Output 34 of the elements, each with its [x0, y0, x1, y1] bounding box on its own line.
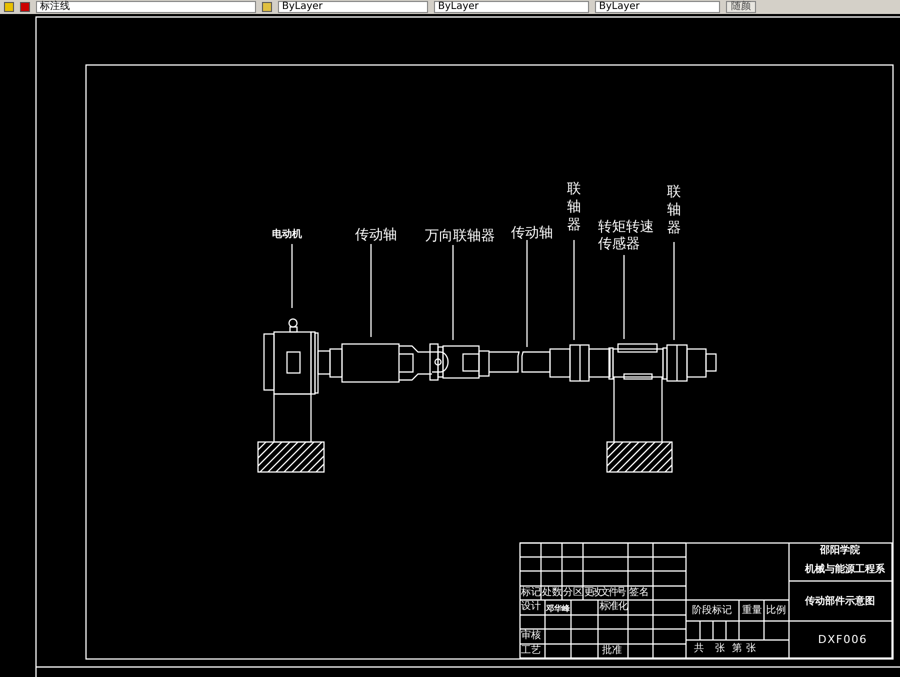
- drawing-number: DXF006: [818, 634, 868, 646]
- table-header: 签名: [629, 587, 649, 599]
- table-cell: 标准化: [600, 601, 628, 613]
- table-cell: 第: [732, 643, 742, 655]
- part-label: 传动轴: [355, 227, 397, 244]
- table-cell: 张: [746, 643, 756, 655]
- table-cell: 阶段标记: [692, 605, 732, 617]
- part-label: 转矩转速传感器: [598, 219, 654, 253]
- table-cell: 邓华峰: [546, 603, 570, 615]
- drawing-title: 传动部件示意图: [805, 596, 875, 608]
- table-header: 更改文件号: [584, 587, 625, 599]
- table-cell: 审核: [521, 630, 541, 642]
- lineweight-dropdown[interactable]: ByLayer: [595, 1, 720, 13]
- table-cell: 张: [715, 643, 725, 655]
- table-header: 标记: [521, 587, 541, 599]
- table-cell: 重量: [742, 605, 762, 617]
- color-dropdown[interactable]: ByLayer: [278, 1, 428, 13]
- part-label: 电动机: [272, 229, 302, 241]
- plot-style-button[interactable]: 随颜: [726, 1, 756, 13]
- school-name: 邵阳学院: [820, 545, 860, 557]
- table-header: 处数: [542, 587, 562, 599]
- linetype-dropdown[interactable]: ByLayer: [434, 1, 589, 13]
- part-label: 传动轴: [511, 225, 553, 242]
- part-label: 联轴器: [667, 183, 681, 238]
- table-cell: 工艺: [521, 645, 541, 657]
- layer-dropdown[interactable]: 标注线: [36, 1, 256, 13]
- table-cell: 设计: [521, 601, 541, 613]
- table-cell: 批准: [602, 645, 622, 657]
- table-cell: 共: [694, 643, 704, 655]
- department-name: 机械与能源工程系: [805, 564, 885, 576]
- part-label: 万向联轴器: [425, 228, 495, 245]
- table-header: 分区: [563, 587, 583, 599]
- table-cell: 比例: [766, 605, 786, 617]
- part-label: 联轴器: [567, 180, 581, 235]
